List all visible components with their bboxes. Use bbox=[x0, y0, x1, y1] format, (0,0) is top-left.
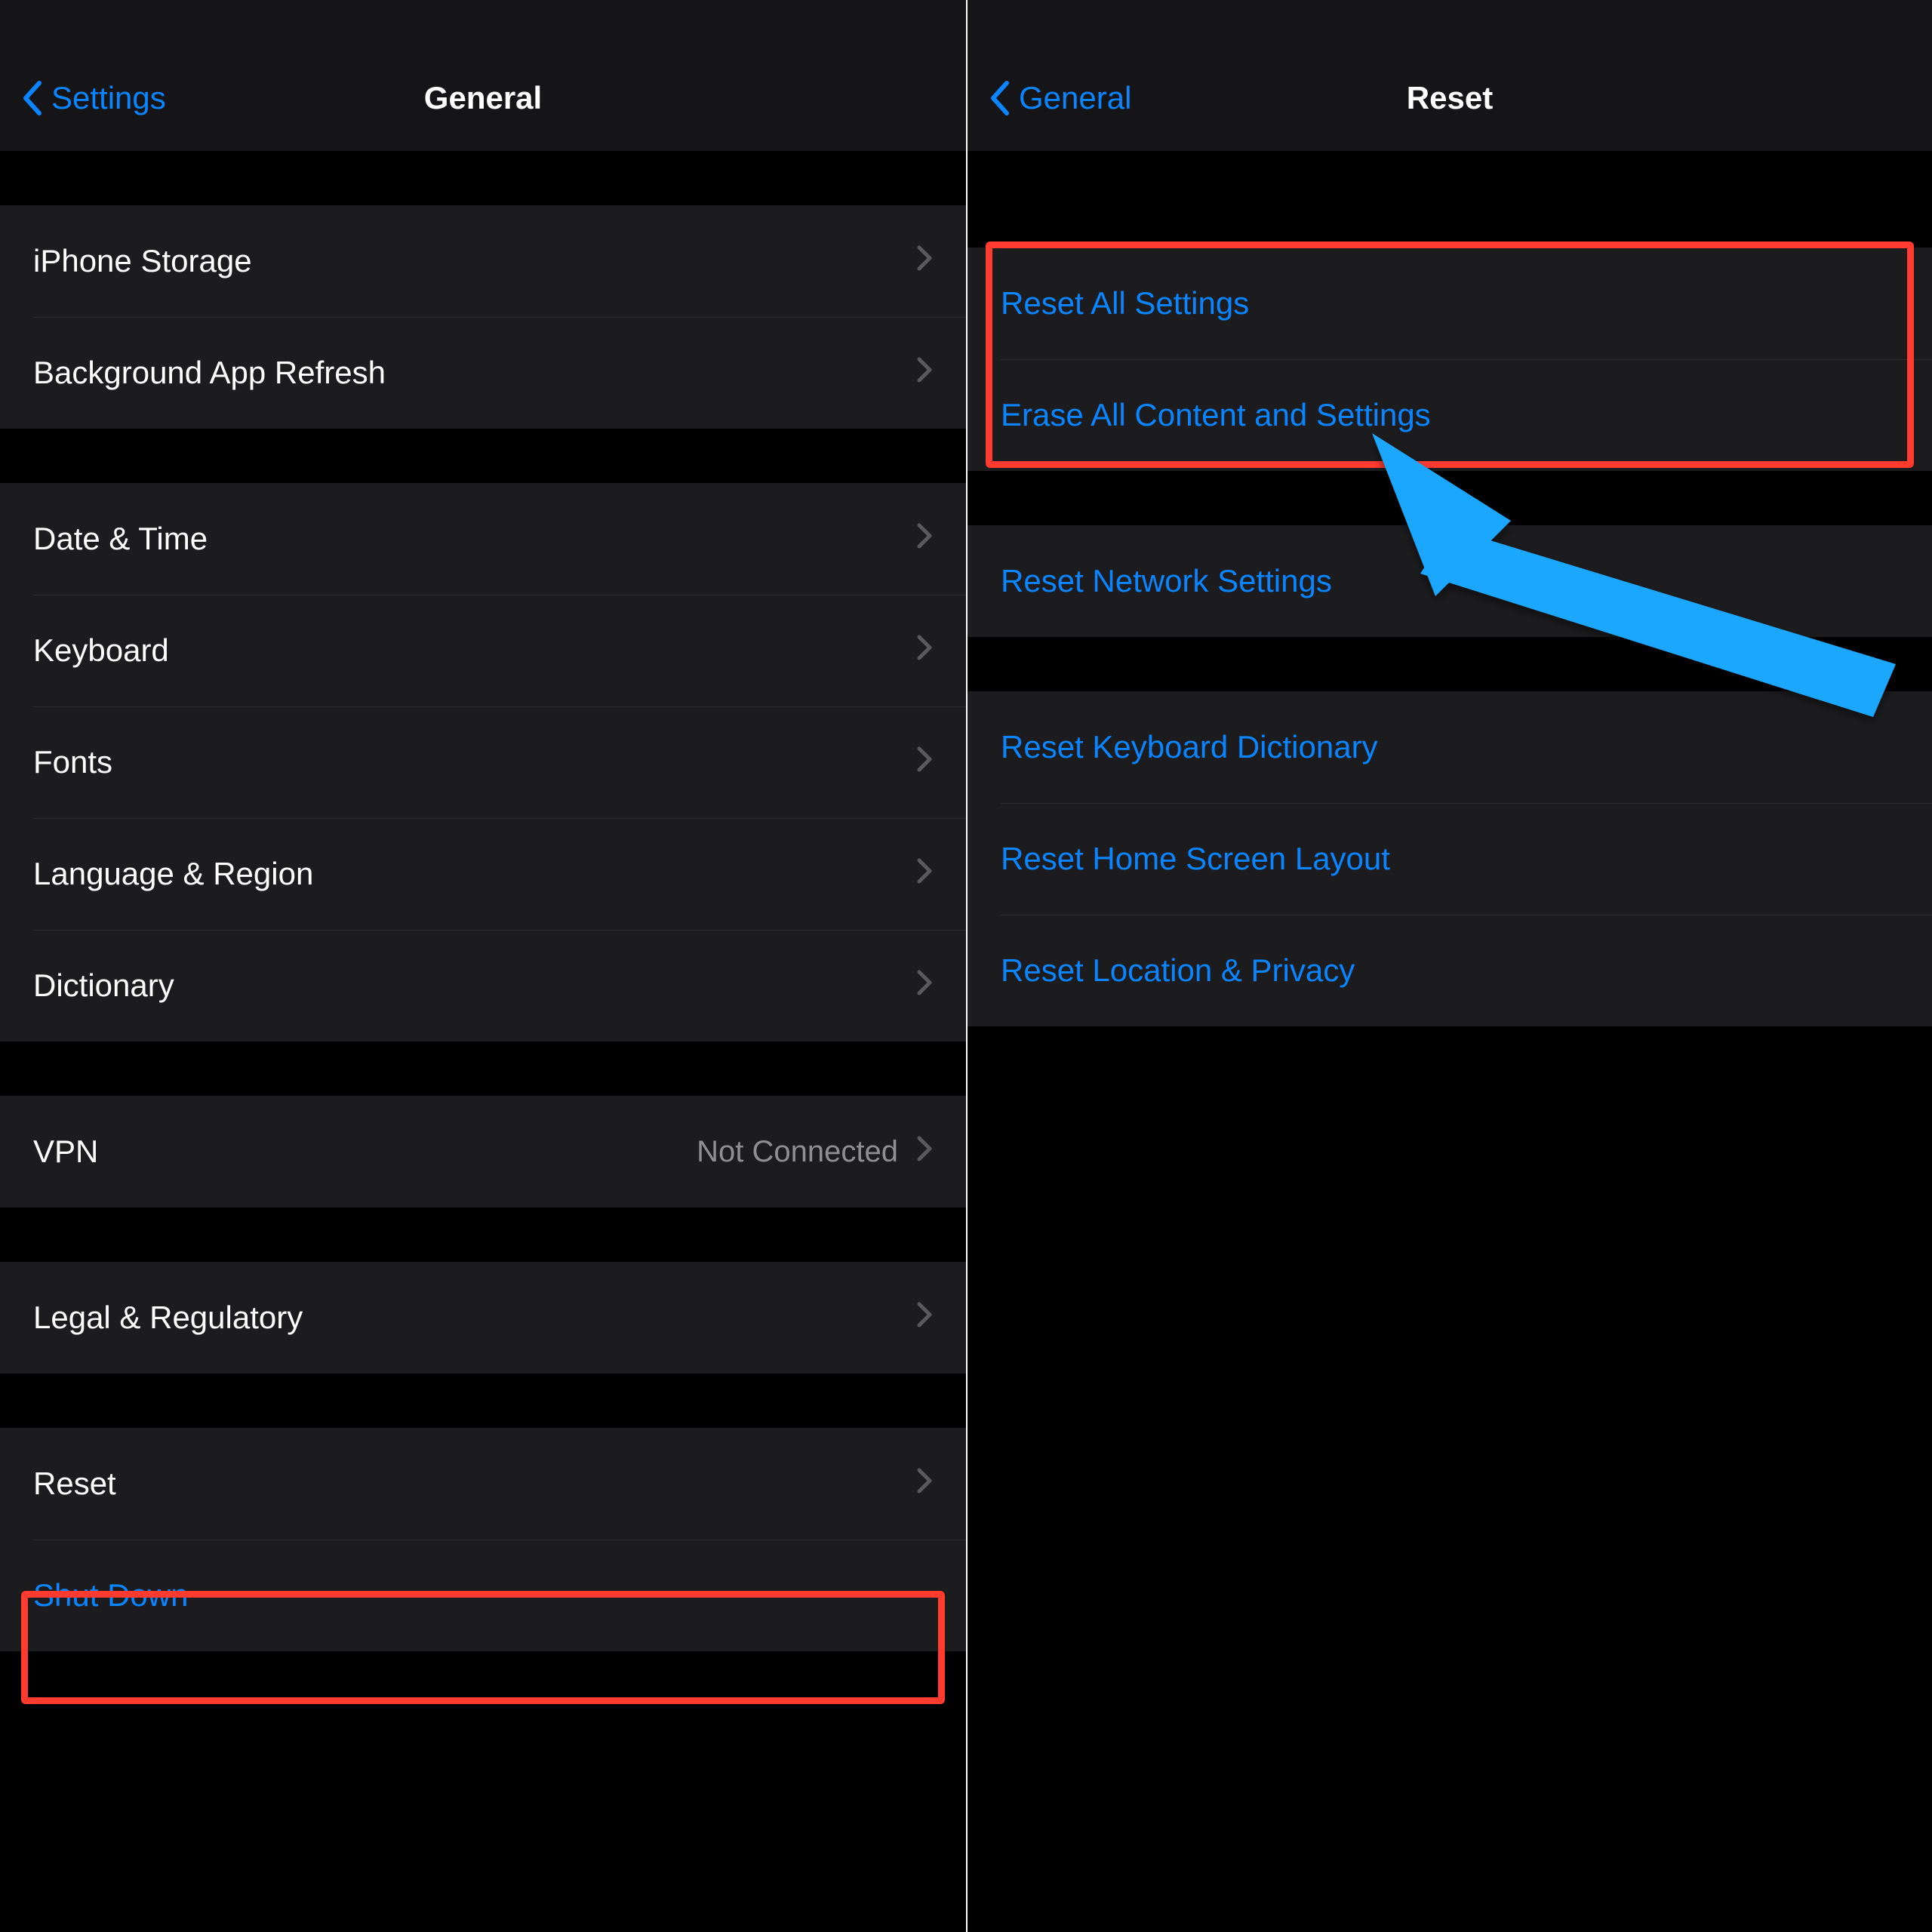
phone-general: Settings General iPhone Storage Backgrou… bbox=[0, 0, 966, 1932]
row-label: Keyboard bbox=[33, 632, 916, 669]
nav-bar: General Reset bbox=[968, 45, 1932, 151]
row-keyboard[interactable]: Keyboard bbox=[0, 595, 966, 706]
nav-title: Reset bbox=[1407, 80, 1493, 116]
nav-bar: Settings General bbox=[0, 45, 966, 151]
row-label: Shut Down bbox=[33, 1577, 933, 1614]
row-label: Legal & Regulatory bbox=[33, 1300, 916, 1336]
chevron-back-icon bbox=[989, 80, 1011, 116]
nav-title: General bbox=[424, 80, 542, 116]
status-bar bbox=[968, 0, 1932, 45]
row-label: Dictionary bbox=[33, 968, 916, 1004]
phone-reset: General Reset Reset All Settings Erase A… bbox=[966, 0, 1932, 1932]
row-shut-down[interactable]: Shut Down bbox=[0, 1540, 966, 1651]
chevron-right-icon bbox=[916, 632, 933, 669]
chevron-right-icon bbox=[916, 1134, 933, 1170]
row-reset-keyboard-dictionary[interactable]: Reset Keyboard Dictionary bbox=[968, 691, 1932, 803]
status-bar bbox=[0, 0, 966, 45]
back-button[interactable]: General bbox=[989, 80, 1131, 116]
chevron-right-icon bbox=[916, 856, 933, 892]
back-label: Settings bbox=[51, 80, 166, 116]
row-dictionary[interactable]: Dictionary bbox=[0, 930, 966, 1041]
chevron-right-icon bbox=[916, 243, 933, 279]
row-label: Reset Home Screen Layout bbox=[1001, 841, 1899, 877]
row-label: Date & Time bbox=[33, 521, 916, 557]
row-label: iPhone Storage bbox=[33, 243, 916, 279]
row-label: Reset Network Settings bbox=[1001, 563, 1899, 599]
chevron-right-icon bbox=[916, 1300, 933, 1336]
chevron-back-icon bbox=[21, 80, 44, 116]
row-reset-all-settings[interactable]: Reset All Settings bbox=[968, 248, 1932, 359]
row-label: Erase All Content and Settings bbox=[1001, 397, 1899, 433]
row-label: VPN bbox=[33, 1134, 697, 1170]
back-button[interactable]: Settings bbox=[21, 80, 166, 116]
row-fonts[interactable]: Fonts bbox=[0, 706, 966, 818]
row-label: Background App Refresh bbox=[33, 355, 916, 391]
chevron-right-icon bbox=[916, 521, 933, 557]
chevron-right-icon bbox=[916, 1466, 933, 1502]
row-reset-network[interactable]: Reset Network Settings bbox=[968, 525, 1932, 637]
row-background-refresh[interactable]: Background App Refresh bbox=[0, 317, 966, 429]
row-label: Reset Location & Privacy bbox=[1001, 952, 1899, 989]
row-reset-location-privacy[interactable]: Reset Location & Privacy bbox=[968, 915, 1932, 1026]
row-value: Not Connected bbox=[697, 1135, 898, 1169]
row-reset[interactable]: Reset bbox=[0, 1428, 966, 1540]
row-erase-all-content[interactable]: Erase All Content and Settings bbox=[968, 359, 1932, 471]
chevron-right-icon bbox=[916, 744, 933, 780]
row-date-time[interactable]: Date & Time bbox=[0, 483, 966, 595]
row-label: Reset Keyboard Dictionary bbox=[1001, 729, 1899, 765]
row-legal[interactable]: Legal & Regulatory bbox=[0, 1262, 966, 1374]
row-language-region[interactable]: Language & Region bbox=[0, 818, 966, 930]
chevron-right-icon bbox=[916, 355, 933, 391]
row-label: Reset All Settings bbox=[1001, 285, 1899, 321]
row-label: Language & Region bbox=[33, 856, 916, 892]
row-label: Fonts bbox=[33, 744, 916, 780]
row-iphone-storage[interactable]: iPhone Storage bbox=[0, 205, 966, 317]
back-label: General bbox=[1019, 80, 1131, 116]
row-label: Reset bbox=[33, 1466, 916, 1502]
chevron-right-icon bbox=[916, 968, 933, 1004]
row-reset-home-layout[interactable]: Reset Home Screen Layout bbox=[968, 803, 1932, 915]
row-vpn[interactable]: VPN Not Connected bbox=[0, 1096, 966, 1208]
